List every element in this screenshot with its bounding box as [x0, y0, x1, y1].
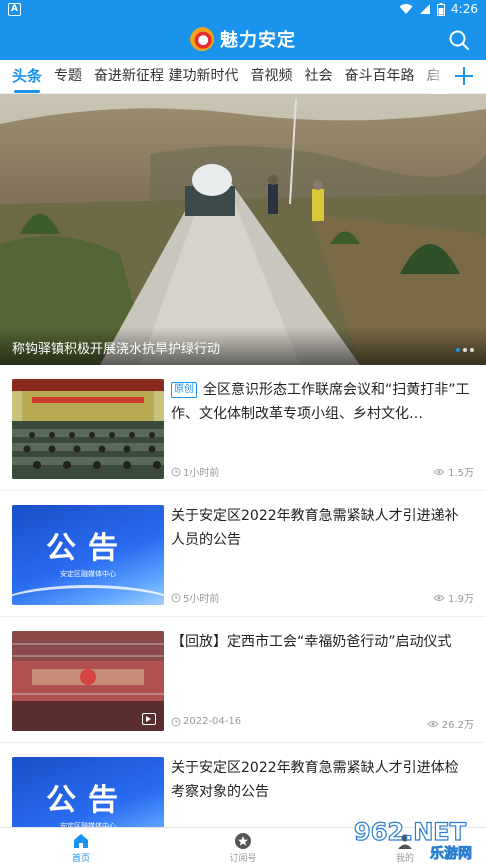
news-item[interactable]: 公告 安定区融媒体中心 关于安定区2022年教育急需紧缺人才引进递补人员的公告 …: [0, 491, 486, 617]
notice-headline: 公告: [46, 783, 130, 818]
news-title: 关于安定区2022年教育急需紧缺人才引进递补人员的公告: [171, 508, 459, 548]
clock-icon: [171, 593, 181, 602]
app-header: 魅力安定: [0, 20, 486, 60]
nav-home-label: 首页: [71, 854, 90, 864]
view-count-text: 1.9万: [448, 594, 474, 605]
clock: 4:26: [451, 2, 478, 16]
notice-graphic: 公告 安定区融媒体中心: [12, 757, 164, 827]
video-play-icon: [142, 713, 156, 725]
eye-icon: [427, 720, 439, 727]
news-list: 原创 全区意识形态工作联席会议和“扫黄打非”工作、文化体制改革专项小组、乡村文化……: [0, 365, 486, 827]
wifi-icon: [399, 4, 413, 14]
news-item[interactable]: 原创 全区意识形态工作联席会议和“扫黄打非”工作、文化体制改革专项小组、乡村文化……: [0, 365, 486, 491]
clock-icon: [171, 467, 181, 476]
watermark-brand: 962.NET: [354, 818, 467, 846]
view-count: 26.2万: [427, 716, 474, 731]
publish-time-text: 1小时前: [183, 468, 220, 479]
status-icons: 4:26: [399, 2, 478, 16]
nav-subscriptions[interactable]: 订阅号: [162, 828, 324, 864]
home-icon: [74, 834, 88, 848]
view-count: 1.9万: [433, 590, 474, 605]
tab-century-struggle[interactable]: 奋斗百年路: [338, 60, 420, 94]
publish-time-text: 2022-04-16: [183, 716, 242, 727]
news-title: 关于安定区2022年教育急需紧缺人才引进体检考察对象的公告: [171, 760, 459, 800]
site-watermark: 962.NET 乐游网: [353, 817, 472, 860]
clock-icon: [171, 717, 181, 726]
original-badge: 原创: [171, 382, 197, 398]
notification-a-icon: A: [8, 3, 21, 16]
hero-caption: 称钩驿镇积极开展浇水抗旱护绿行动: [12, 342, 221, 357]
signal-icon: [420, 4, 431, 14]
news-thumbnail-notice: 公告 安定区融媒体中心: [12, 505, 164, 605]
view-count: 1.5万: [433, 464, 474, 479]
eye-icon: [433, 594, 445, 601]
carousel-dots: [456, 348, 474, 352]
publish-time: 1小时前: [171, 464, 219, 479]
carousel-dot[interactable]: [470, 348, 474, 352]
eye-icon: [433, 468, 445, 475]
publish-time: 5小时前: [171, 590, 219, 605]
tab-society[interactable]: 社会: [298, 60, 338, 94]
battery-icon: [437, 2, 446, 16]
channel-tabs: 头条 专题 奋进新征程 建功新时代 音视频 社会 奋斗百年路 启: [0, 60, 486, 94]
search-icon[interactable]: [448, 29, 470, 51]
news-thumbnail-video: [12, 631, 164, 731]
news-title-text: 全区意识形态工作联席会议和“扫黄打非”工作、文化体制改革专项小组、乡村文化…: [171, 382, 470, 422]
app-title: 魅力安定: [220, 30, 296, 51]
notice-org: 安定区融媒体中心: [60, 570, 116, 578]
tab-fade: [418, 60, 448, 94]
tab-headlines[interactable]: 头条: [6, 60, 48, 94]
news-thumbnail-meeting: [12, 379, 164, 479]
nav-home[interactable]: 首页: [0, 828, 162, 864]
view-count-text: 1.5万: [448, 468, 474, 479]
star-badge-icon: [235, 833, 251, 849]
watermark-sub: 乐游网: [430, 845, 472, 860]
tab-topics[interactable]: 专题: [48, 60, 88, 94]
news-thumbnail-notice: 公告 安定区融媒体中心: [12, 757, 164, 827]
carousel-dot[interactable]: [463, 348, 467, 352]
hero-banner[interactable]: 称钩驿镇积极开展浇水抗旱护绿行动: [0, 94, 486, 365]
notice-headline: 公告: [46, 531, 130, 566]
publish-time: 2022-04-16: [171, 716, 241, 727]
add-channel-icon[interactable]: [452, 64, 476, 88]
news-title: 【回放】定西市工会“幸福奶爸行动”启动仪式: [171, 634, 452, 650]
earth-arc: [12, 585, 164, 605]
app-branding: 魅力安定: [0, 26, 486, 52]
status-bar: A 4:26: [0, 0, 486, 20]
publish-time-text: 5小时前: [183, 594, 220, 605]
view-count-text: 26.2万: [441, 720, 474, 731]
carousel-dot[interactable]: [456, 348, 460, 352]
nav-subscriptions-label: 订阅号: [229, 854, 257, 864]
news-title: 原创 全区意识形态工作联席会议和“扫黄打非”工作、文化体制改革专项小组、乡村文化…: [171, 378, 471, 426]
app-logo-icon: [190, 27, 214, 51]
tab-new-journey[interactable]: 奋进新征程 建功新时代: [88, 60, 244, 94]
tab-audio-video[interactable]: 音视频: [244, 60, 298, 94]
notice-graphic: 公告 安定区融媒体中心: [12, 505, 164, 605]
tab-list: 头条 专题 奋进新征程 建功新时代 音视频 社会 奋斗百年路 启: [6, 60, 448, 94]
hero-image: [0, 94, 486, 365]
news-item[interactable]: 【回放】定西市工会“幸福奶爸行动”启动仪式 2022-04-16 26.2万: [0, 617, 486, 743]
